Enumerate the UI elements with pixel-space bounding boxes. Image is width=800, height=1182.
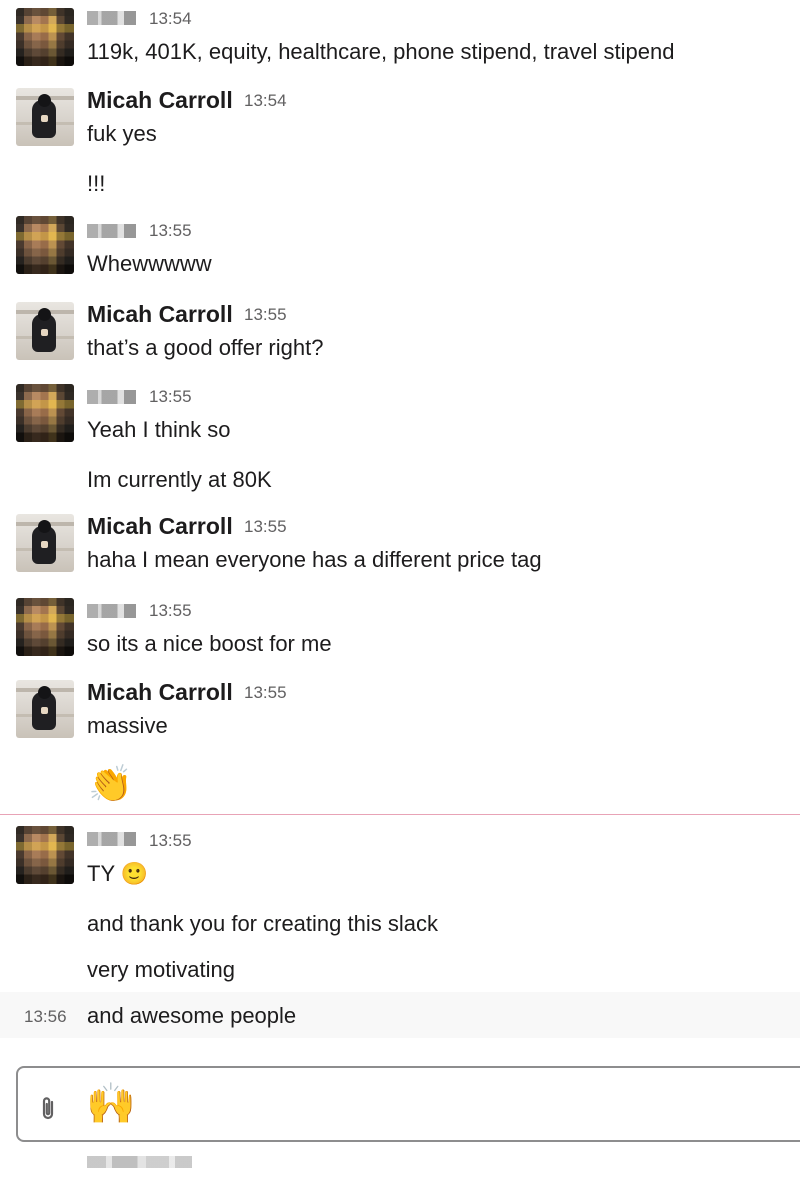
message-text: massive [87,713,168,738]
author-name[interactable]: Micah Carroll [87,86,233,114]
message-text: 119k, 401K, equity, healthcare, phone st… [87,39,675,64]
message-timestamp[interactable]: 13:55 [149,600,192,622]
avatar-photo-detail [38,308,51,321]
avatar-photo-detail [41,707,48,714]
message-text: and awesome people [87,1003,297,1028]
composer-value[interactable]: 🙌 [86,1082,136,1126]
message-timestamp[interactable]: 13:54 [244,90,287,112]
message-timestamp[interactable]: 13:55 [149,386,192,408]
author-name[interactable]: Micah Carroll [87,512,233,540]
message-text: very motivating [87,957,235,982]
avatar[interactable] [16,384,74,442]
message-timestamp[interactable]: 13:55 [244,516,287,538]
avatar-photo-detail [38,520,51,533]
message-timestamp[interactable]: 13:54 [149,8,192,30]
message-timestamp[interactable]: 13:55 [244,682,287,704]
avatar-photo-detail [41,541,48,548]
message-text: fuk yes [87,121,157,146]
avatar[interactable] [16,680,74,738]
message-text: haha I mean everyone has a different pri… [87,547,542,572]
avatar[interactable] [16,826,74,884]
message-text: TY 🙂 [87,861,149,886]
avatar[interactable] [16,598,74,656]
avatar[interactable] [16,514,74,572]
author-name[interactable]: Micah Carroll [87,678,233,706]
message-text: Yeah I think so [87,417,231,442]
message-text: that’s a good offer right? [87,335,324,360]
clapping-hands-emoji: 👏 [88,763,133,804]
message-text: so its a nice boost for me [87,631,332,656]
message-text: Whewwwww [87,251,212,276]
avatar[interactable] [16,216,74,274]
avatar[interactable] [16,8,74,66]
message-text: and thank you for creating this slack [87,911,438,936]
message-text: !!! [87,171,106,196]
message-timestamp[interactable]: 13:55 [244,304,287,326]
redacted-author-name[interactable] [87,832,136,846]
paperclip-icon[interactable] [38,1096,60,1122]
avatar[interactable] [16,302,74,360]
message-timestamp[interactable]: 13:56 [24,1006,67,1028]
avatar-photo-detail [41,115,48,122]
avatar-photo-detail [41,329,48,336]
redacted-author-name[interactable] [87,604,136,618]
message-timestamp[interactable]: 13:55 [149,220,192,242]
new-messages-divider [0,814,800,815]
redacted-author-name[interactable] [87,390,136,404]
message-timestamp[interactable]: 13:55 [149,830,192,852]
avatar[interactable] [16,88,74,146]
message-text: Im currently at 80K [87,467,272,492]
author-name[interactable]: Micah Carroll [87,300,233,328]
typing-indicator [87,1156,192,1168]
avatar-photo-detail [38,686,51,699]
avatar-photo-detail [38,94,51,107]
redacted-author-name[interactable] [87,11,136,25]
redacted-author-name[interactable] [87,224,136,238]
